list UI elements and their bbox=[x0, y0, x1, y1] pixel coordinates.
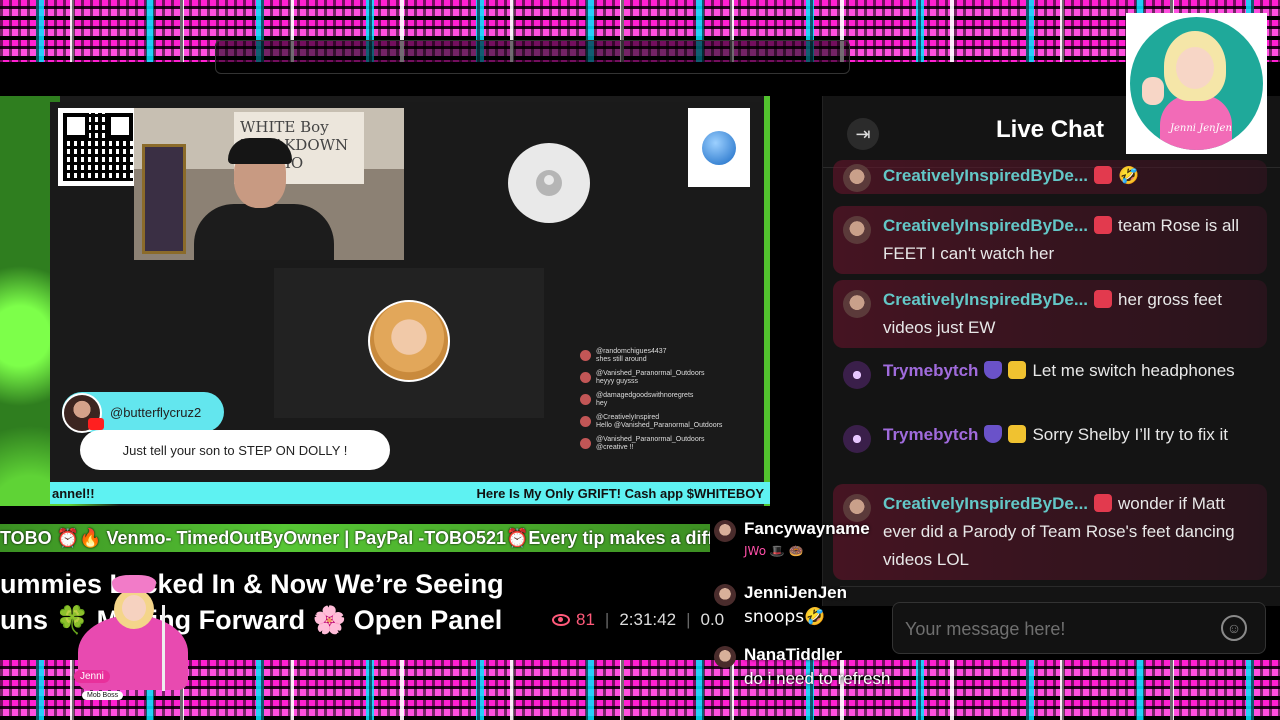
qr-code bbox=[58, 108, 138, 186]
viewer-count: 81 bbox=[552, 610, 595, 630]
host-camera: WHITE Boy BREAKDOWN STUDIO bbox=[134, 108, 404, 260]
chat-message: CreativelyInspiredByDe... team Rose is al… bbox=[833, 206, 1267, 274]
channel-logo: Jenni JenJen bbox=[1126, 13, 1267, 154]
user-icon bbox=[536, 170, 562, 196]
overlay-badges: JWo 🎩 🍩 bbox=[744, 544, 804, 558]
overlay-username: Fancywayname bbox=[744, 519, 870, 538]
list-item: @damagedgoodswithnoregrets hey bbox=[580, 392, 760, 408]
stream-mini-chat: @randomchigues4437 shes still around @Van… bbox=[580, 348, 760, 458]
logo-signature: Jenni JenJen bbox=[1170, 123, 1232, 134]
chat-title: Live Chat bbox=[996, 116, 1105, 143]
smiley-icon: ☺ bbox=[1226, 620, 1242, 636]
moderator-badge-icon bbox=[1094, 290, 1113, 308]
avatar bbox=[843, 164, 871, 192]
avatar bbox=[714, 646, 736, 668]
chat-message: CreativelyInspiredByDe... her gross feet … bbox=[833, 280, 1267, 348]
figure-icon bbox=[702, 130, 736, 165]
figure-tile bbox=[688, 108, 750, 187]
list-item: @randomchigues4437 shes still around bbox=[580, 348, 760, 364]
chat-username[interactable]: CreativelyInspiredByDe... bbox=[883, 290, 1088, 309]
stream-duration: 2:31:42 bbox=[619, 610, 677, 629]
overlay-text: do i need to refresh bbox=[744, 669, 891, 688]
gift-badge-icon bbox=[1008, 361, 1027, 379]
guest-placeholder-avatar bbox=[508, 143, 590, 223]
top-input-ghost bbox=[215, 40, 850, 74]
chat-username[interactable]: Trymebytch bbox=[883, 425, 978, 444]
avatar bbox=[843, 425, 871, 453]
chat-username[interactable]: CreativelyInspiredByDe... bbox=[883, 166, 1088, 185]
chat-message: Trymebytch Sorry Shelby I’ll try to fix i… bbox=[833, 415, 1267, 455]
list-item: Fancywayname JWo 🎩 🍩 bbox=[714, 518, 974, 568]
overlay-username: JenniJenJen bbox=[744, 583, 847, 602]
gift-badge-icon bbox=[1008, 425, 1027, 443]
avatar bbox=[843, 361, 871, 389]
avatar bbox=[714, 584, 736, 606]
mob-boss-role: Mob Boss bbox=[82, 691, 124, 700]
eye-icon bbox=[552, 614, 570, 626]
list-item: JenniJenJen snoops🤣 bbox=[714, 582, 974, 632]
tip-ticker: TOBO ⏰🔥 Venmo- TimedOutByOwner | PayPal … bbox=[0, 524, 710, 552]
mob-boss-badge: Jenni Mob Boss bbox=[74, 666, 124, 700]
chat-username[interactable]: CreativelyInspiredByDe... bbox=[883, 494, 1088, 513]
chat-username[interactable]: Trymebytch bbox=[883, 361, 978, 380]
moderator-badge-icon bbox=[1094, 216, 1113, 234]
stream-stats: 81 | 2:31:42 | 0.0 bbox=[552, 608, 724, 632]
collapse-icon: ⇥ bbox=[855, 123, 871, 144]
ticker-right: Here Is My Only GRIFT! Cash app $WHITEBO… bbox=[476, 485, 765, 501]
overlay-username: NanaTiddler bbox=[744, 645, 842, 664]
host-cap bbox=[228, 138, 292, 164]
list-item: NanaTiddler do i need to refresh bbox=[714, 644, 974, 694]
guest-avatar bbox=[368, 300, 450, 382]
avatar bbox=[714, 520, 736, 542]
emoji-picker-button[interactable]: ☺ bbox=[1221, 615, 1247, 641]
avatar bbox=[843, 290, 871, 318]
chat-username[interactable]: CreativelyInspiredByDe... bbox=[883, 216, 1088, 235]
moderator-badge-icon bbox=[1094, 494, 1113, 512]
overlay-text: snoops🤣 bbox=[744, 607, 826, 627]
featured-comment: Just tell your son to STEP ON DOLLY ! bbox=[80, 430, 390, 470]
list-item: @Vanished_Paranormal_Outdoors heyyy guyss… bbox=[580, 370, 760, 386]
shield-badge-icon bbox=[984, 361, 1003, 379]
moderator-badge-icon bbox=[1094, 166, 1113, 184]
list-item: @CreativelyInspired Hello @Vanished_Paran… bbox=[580, 414, 760, 430]
chat-message: Trymebytch Let me switch headphones bbox=[833, 351, 1267, 391]
ticker-left: annel!! bbox=[52, 485, 95, 501]
mob-boss-name: Jenni bbox=[74, 670, 110, 683]
youtube-icon bbox=[88, 418, 104, 430]
list-item: @Vanished_Paranormal_Outdoors @creative !… bbox=[580, 436, 760, 452]
neon-frame-bottom bbox=[0, 660, 1280, 720]
arcade-cabinet bbox=[142, 144, 186, 254]
collapse-chat-button[interactable]: ⇥ bbox=[847, 118, 879, 150]
avatar bbox=[843, 216, 871, 244]
stream-ticker: annel!! Here Is My Only GRIFT! Cash app … bbox=[50, 482, 770, 504]
chat-message: CreativelyInspiredByDe... 🤣 bbox=[833, 160, 1267, 194]
shield-badge-icon bbox=[984, 425, 1003, 443]
host-body bbox=[194, 204, 334, 260]
